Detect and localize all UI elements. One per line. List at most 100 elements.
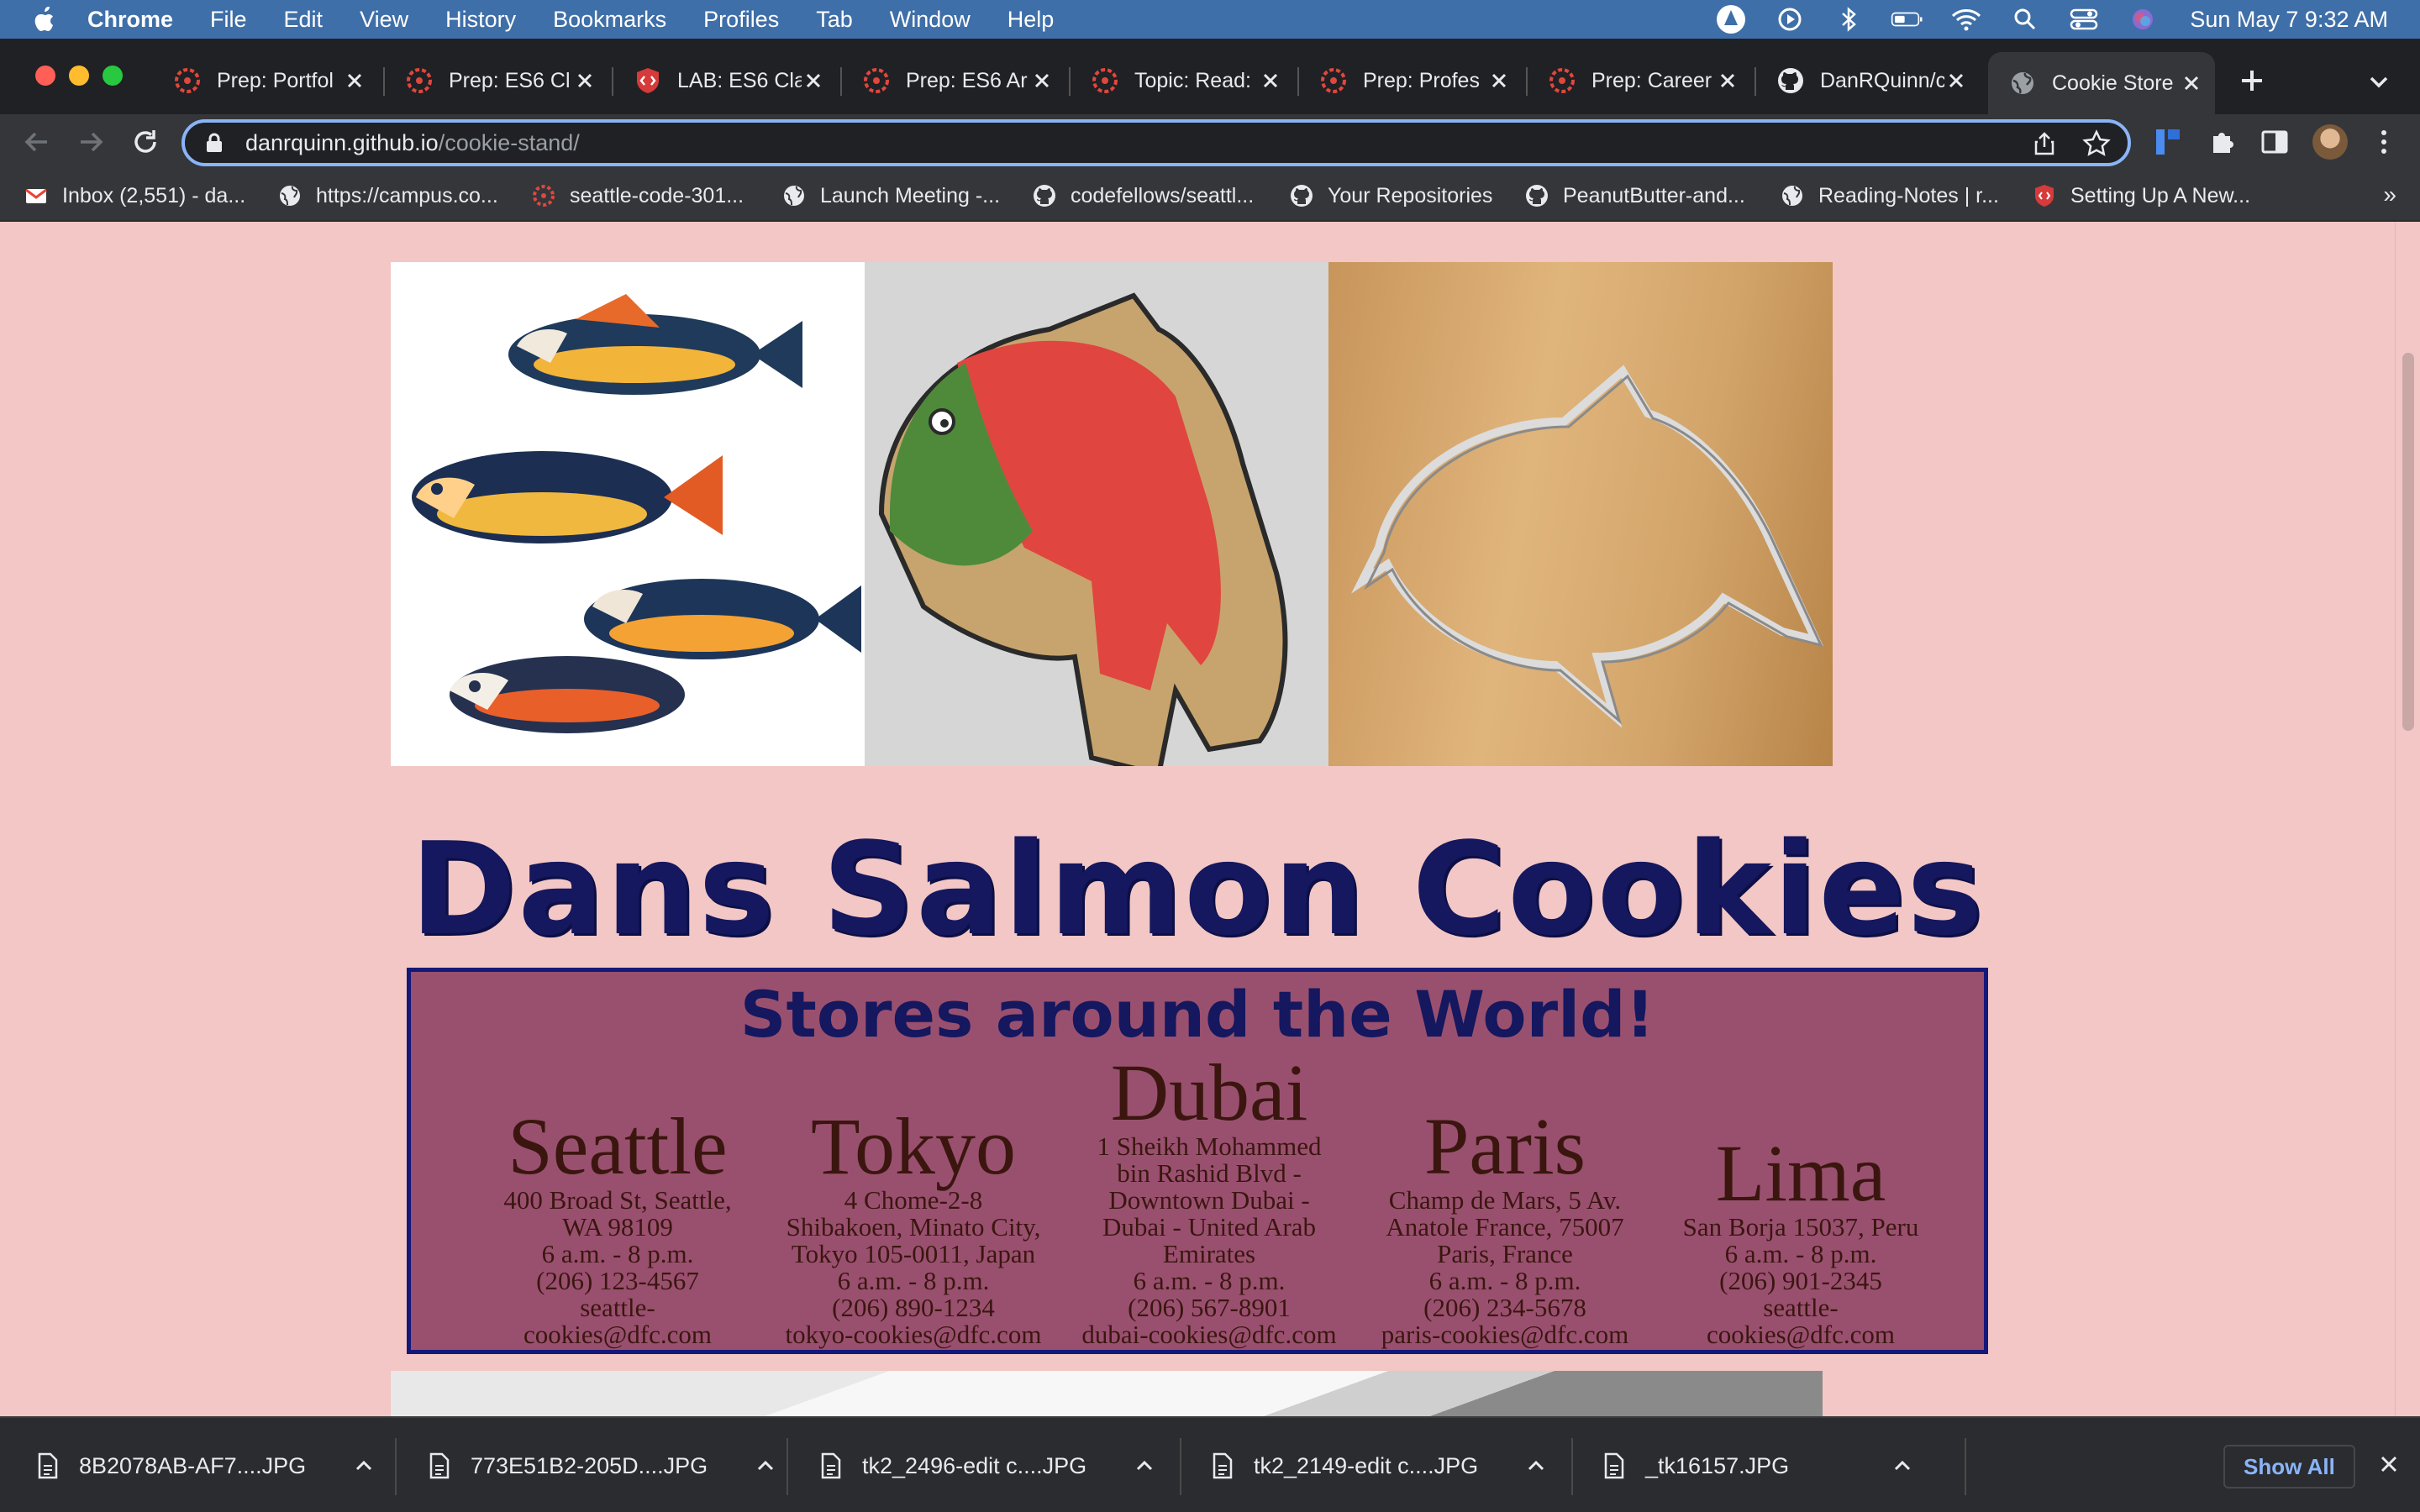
menu-history[interactable]: History bbox=[445, 7, 516, 33]
canvas-icon bbox=[864, 68, 889, 93]
close-tab-icon[interactable] bbox=[1487, 69, 1511, 92]
chevron-up-icon[interactable] bbox=[1525, 1455, 1547, 1477]
mac-menu-bar: Chrome File Edit View History Bookmarks … bbox=[0, 0, 2420, 39]
bookmark-label: Your Repositories bbox=[1328, 183, 1493, 207]
bookmark-item[interactable]: codefellows/seattl... bbox=[1032, 180, 1254, 212]
close-icon[interactable] bbox=[2376, 1452, 2402, 1477]
menu-view[interactable]: View bbox=[360, 7, 408, 33]
browser-tab[interactable]: Topic: Read: bbox=[1071, 55, 1294, 106]
browser-tab[interactable]: DanRQuinn/c bbox=[1756, 55, 1980, 106]
bookmark-item[interactable]: PeanutButter-and... bbox=[1524, 180, 1745, 212]
bookmark-item[interactable]: Reading-Notes | r... bbox=[1780, 180, 1999, 212]
url-text[interactable]: danrquinn.github.io/cookie-stand/ bbox=[245, 130, 580, 156]
browser-tab[interactable]: Prep: ES6 Cl bbox=[385, 55, 608, 106]
kebab-menu-icon[interactable] bbox=[2368, 126, 2400, 158]
store-city: Seattle bbox=[508, 1101, 728, 1191]
download-item[interactable]: 773E51B2-205D....JPG bbox=[429, 1418, 776, 1512]
download-item[interactable]: 8B2078AB-AF7....JPG bbox=[37, 1418, 375, 1512]
scrollbar-thumb[interactable] bbox=[2402, 353, 2414, 731]
menu-help[interactable]: Help bbox=[1007, 7, 1055, 33]
siri-icon[interactable] bbox=[2126, 7, 2160, 32]
extension-app-icon[interactable] bbox=[2153, 126, 2185, 158]
menu-status-area: Sun May 7 9:32 AM bbox=[1714, 0, 2388, 39]
tab-title: DanRQuinn/c bbox=[1820, 68, 1944, 92]
store-address-line: 4 Chome-2-8 bbox=[844, 1185, 983, 1215]
menu-profiles[interactable]: Profiles bbox=[703, 7, 779, 33]
bookmark-item[interactable]: Launch Meeting -... bbox=[781, 180, 1000, 212]
bookmark-item[interactable]: seattle-code-301... bbox=[531, 180, 744, 212]
forward-arrow-icon[interactable] bbox=[76, 126, 108, 158]
store-phone: (206) 234-5678 bbox=[1423, 1293, 1586, 1322]
active-browser-tab[interactable]: Cookie Store bbox=[1988, 52, 2215, 114]
menu-edit[interactable]: Edit bbox=[284, 7, 324, 33]
close-tab-icon[interactable] bbox=[573, 69, 597, 92]
chevron-down-icon[interactable] bbox=[2366, 69, 2391, 94]
menu-tab[interactable]: Tab bbox=[816, 7, 853, 33]
chevron-up-icon[interactable] bbox=[1134, 1455, 1155, 1477]
download-filename: tk2_2149-edit c....JPG bbox=[1254, 1452, 1479, 1478]
bookmark-item[interactable]: Inbox (2,551) - da... bbox=[24, 180, 245, 212]
globe-icon bbox=[280, 186, 300, 206]
share-icon[interactable] bbox=[2032, 131, 2057, 156]
bookmark-item[interactable]: https://campus.co... bbox=[277, 180, 498, 212]
play-circle-icon[interactable] bbox=[1773, 7, 1807, 32]
close-tab-icon[interactable] bbox=[1716, 69, 1739, 92]
store-hours: 6 a.m. - 8 p.m. bbox=[837, 1266, 990, 1295]
file-icon bbox=[38, 1452, 58, 1479]
github-icon bbox=[1526, 185, 1548, 207]
vpn-icon[interactable] bbox=[1714, 5, 1748, 34]
store-city: Paris bbox=[1424, 1101, 1586, 1191]
chevron-up-icon[interactable] bbox=[755, 1455, 776, 1477]
control-center-icon[interactable] bbox=[2067, 7, 2101, 32]
address-bar[interactable]: danrquinn.github.io/cookie-stand/ bbox=[182, 119, 2131, 166]
close-tab-icon[interactable] bbox=[802, 69, 825, 92]
download-item[interactable]: _tk16157.JPG bbox=[1603, 1418, 1913, 1512]
bluetooth-icon[interactable] bbox=[1832, 7, 1865, 32]
browser-tab[interactable]: LAB: ES6 Cla bbox=[613, 55, 837, 106]
new-tab-icon[interactable] bbox=[2235, 64, 2269, 97]
bookmarks-overflow-button[interactable]: » bbox=[2383, 181, 2396, 208]
bookmark-star-icon[interactable] bbox=[2082, 129, 2111, 158]
menu-window[interactable]: Window bbox=[890, 7, 971, 33]
download-item[interactable]: tk2_2149-edit c....JPG bbox=[1212, 1418, 1547, 1512]
reload-icon[interactable] bbox=[129, 126, 161, 158]
page-scrollbar[interactable] bbox=[2395, 222, 2420, 1416]
wifi-icon[interactable] bbox=[1949, 7, 1983, 32]
extensions-puzzle-icon[interactable] bbox=[2207, 126, 2238, 158]
close-tab-icon[interactable] bbox=[1259, 69, 1282, 92]
menu-file[interactable]: File bbox=[210, 7, 247, 33]
browser-tab[interactable]: Prep: Portfol bbox=[153, 55, 378, 106]
file-icon bbox=[429, 1452, 450, 1479]
zoom-window-button[interactable] bbox=[103, 66, 123, 86]
lock-icon[interactable] bbox=[203, 132, 225, 154]
browser-tab[interactable]: Prep: ES6 Ar bbox=[842, 55, 1065, 106]
menu-app-name[interactable]: Chrome bbox=[87, 7, 173, 33]
tab-title: Prep: Career bbox=[1591, 68, 1712, 92]
show-all-downloads-button[interactable]: Show All bbox=[2223, 1445, 2355, 1488]
minimize-window-button[interactable] bbox=[69, 66, 89, 86]
close-window-button[interactable] bbox=[35, 66, 55, 86]
store-city: Dubai bbox=[1110, 1047, 1308, 1137]
close-tab-icon[interactable] bbox=[2180, 71, 2203, 95]
profile-avatar[interactable] bbox=[2312, 124, 2348, 160]
close-tab-icon[interactable] bbox=[1030, 69, 1054, 92]
store-address-line: Champ de Mars, 5 Av. bbox=[1388, 1185, 1622, 1215]
bookmark-label: Setting Up A New... bbox=[2070, 183, 2251, 207]
apple-icon[interactable] bbox=[32, 5, 57, 34]
browser-tab[interactable]: Prep: Profes bbox=[1299, 55, 1523, 106]
download-item[interactable]: tk2_2496-edit c....JPG bbox=[820, 1418, 1155, 1512]
spotlight-search-icon[interactable] bbox=[2008, 7, 2042, 32]
close-tab-icon[interactable] bbox=[343, 69, 366, 92]
close-tab-icon[interactable] bbox=[1944, 69, 1968, 92]
bookmark-item[interactable]: Your Repositories bbox=[1289, 180, 1492, 212]
menu-clock[interactable]: Sun May 7 9:32 AM bbox=[2190, 7, 2388, 33]
bookmark-item[interactable]: Setting Up A New... bbox=[2032, 180, 2250, 212]
battery-icon[interactable] bbox=[1891, 7, 1924, 32]
menu-bookmarks[interactable]: Bookmarks bbox=[553, 7, 666, 33]
download-separator bbox=[1571, 1438, 1573, 1495]
chevron-up-icon[interactable] bbox=[1891, 1455, 1913, 1477]
back-arrow-icon[interactable] bbox=[20, 126, 52, 158]
chevron-up-icon[interactable] bbox=[353, 1455, 375, 1477]
side-panel-icon[interactable] bbox=[2259, 126, 2291, 158]
browser-tab[interactable]: Prep: Career bbox=[1528, 55, 1751, 106]
